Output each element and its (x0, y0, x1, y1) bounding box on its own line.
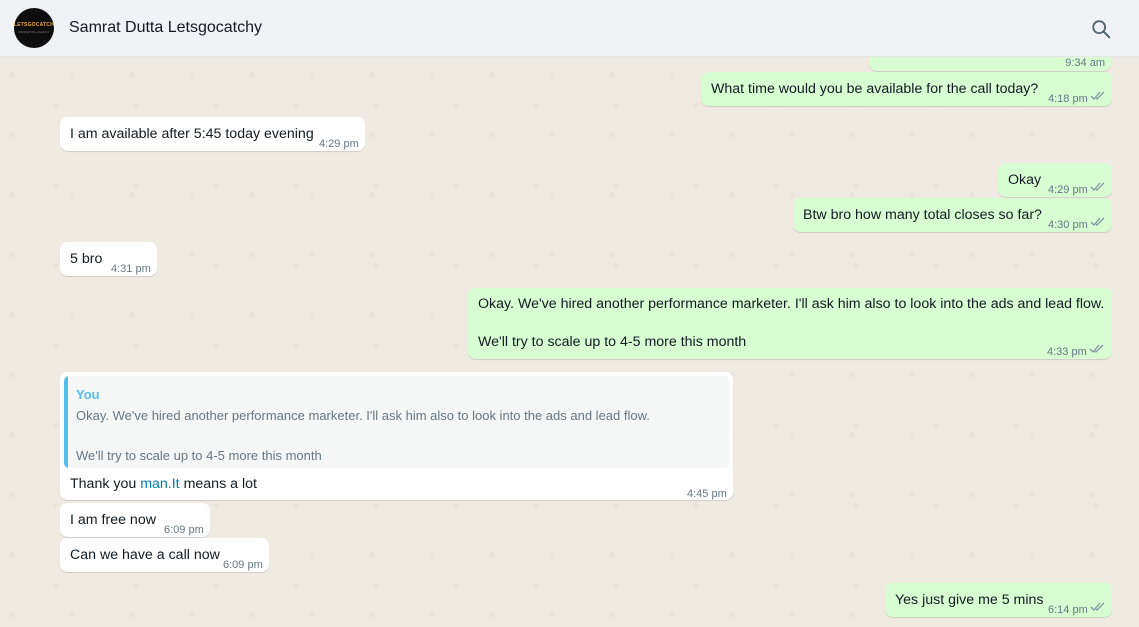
avatar-logo-subtext: MARKETING AGENCY (18, 30, 50, 34)
message-bubble-incoming[interactable]: I am free now 6:09 pm (60, 503, 210, 537)
message-text: Okay (1008, 172, 1042, 188)
message-text-line2: We'll try to scale up to 4-5 more this m… (478, 334, 747, 350)
double-check-icon (1090, 602, 1105, 611)
message-bubble-outgoing[interactable]: 9:34 am (869, 57, 1111, 71)
avatar[interactable]: LETSGOCATCHY MARKETING AGENCY (14, 8, 54, 48)
message-bubble-outgoing[interactable]: Btw bro how many total closes so far? 4:… (793, 198, 1112, 232)
message-list[interactable]: 9:34 am What time would you be available… (0, 57, 1139, 627)
double-check-icon (1089, 344, 1104, 353)
quoted-message[interactable]: You Okay. We've hired another performanc… (64, 376, 729, 468)
message-bubble-outgoing[interactable]: Yes just give me 5 mins 6:14 pm (885, 583, 1112, 617)
search-icon[interactable] (1090, 18, 1112, 40)
message-bubble-outgoing[interactable]: What time would you be available for the… (701, 72, 1112, 106)
message-time: 4:33 pm (1047, 346, 1087, 358)
message-text: 5 bro (70, 251, 103, 267)
double-check-icon (1090, 182, 1105, 191)
quote-bar (64, 376, 68, 468)
message-text: What time would you be available for the… (711, 81, 1039, 97)
message-text-before: Thank you (70, 476, 141, 492)
double-check-icon (1090, 217, 1105, 226)
avatar-logo-text: LETSGOCATCHY (14, 22, 54, 28)
chat-header: LETSGOCATCHY MARKETING AGENCY Samrat Dut… (0, 0, 1139, 57)
message-time: 4:45 pm (687, 488, 727, 500)
message-text-line1: Okay. We've hired another performance ma… (478, 296, 1105, 312)
message-time: 6:14 pm (1048, 604, 1088, 616)
message-time: 9:34 am (1065, 57, 1105, 69)
quote-text-line1: Okay. We've hired another performance ma… (76, 408, 650, 423)
message-text: Can we have a call now (70, 547, 220, 563)
contact-name[interactable]: Samrat Dutta Letsgocatchy (69, 19, 262, 37)
message-bubble-outgoing[interactable]: Okay 4:29 pm (998, 163, 1112, 197)
message-text: Yes just give me 5 mins (895, 592, 1044, 608)
message-text: I am available after 5:45 today evening (70, 126, 314, 142)
message-bubble-incoming[interactable]: I am available after 5:45 today evening … (60, 117, 365, 151)
message-link[interactable]: man.It (140, 476, 179, 492)
message-text-after: means a lot (179, 476, 257, 492)
message-bubble-incoming[interactable]: 5 bro 4:31 pm (60, 242, 157, 276)
message-bubble-outgoing[interactable]: Okay. We've hired another performance ma… (468, 288, 1112, 359)
message-time: 4:31 pm (111, 263, 151, 275)
quote-author: You (76, 387, 100, 402)
message-time: 6:09 pm (223, 559, 263, 571)
message-text: Thank you man.It means a lot (70, 475, 257, 494)
message-time: 4:30 pm (1048, 219, 1088, 231)
message-text: I am free now (70, 512, 156, 528)
message-time: 4:29 pm (319, 138, 359, 150)
double-check-icon (1090, 91, 1105, 100)
message-text: Btw bro how many total closes so far? (803, 207, 1042, 223)
quote-text-line2: We'll try to scale up to 4-5 more this m… (76, 448, 322, 463)
message-time: 4:18 pm (1048, 93, 1088, 105)
message-bubble-incoming-reply[interactable]: You Okay. We've hired another performanc… (60, 372, 733, 500)
message-bubble-incoming[interactable]: Can we have a call now 6:09 pm (60, 538, 269, 572)
